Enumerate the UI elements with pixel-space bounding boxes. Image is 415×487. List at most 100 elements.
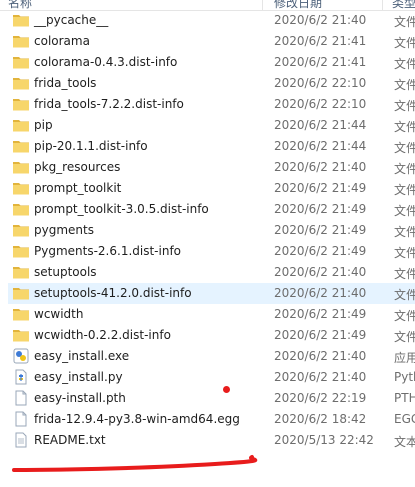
folder-icon [12, 264, 30, 280]
file-name: __pycache__ [34, 13, 109, 27]
file-name: wcwidth [34, 307, 84, 321]
folder-icon [12, 327, 30, 343]
file-modified-date: 2020/5/13 22:42 [274, 433, 374, 447]
file-row[interactable]: pip-20.1.1.dist-info 2020/6/2 21:44 文件 [8, 136, 415, 157]
file-row[interactable]: __pycache__ 2020/6/2 21:40 文件 [8, 10, 415, 31]
file-type: 文件 [394, 246, 415, 260]
file-modified-date: 2020/6/2 21:49 [274, 307, 367, 321]
file-row[interactable]: easy-install.pth 2020/6/2 22:19 PTH [8, 388, 415, 409]
file-type: 文件 [394, 204, 415, 218]
file-name: colorama-0.4.3.dist-info [34, 55, 178, 69]
file-row[interactable]: pkg_resources 2020/6/2 21:40 文件 [8, 157, 415, 178]
file-row[interactable]: colorama-0.4.3.dist-info 2020/6/2 21:41 文件 [8, 52, 415, 73]
file-name: pkg_resources [34, 160, 121, 174]
file-name: setuptools-41.2.0.dist-info [34, 286, 192, 300]
file-row[interactable]: easy_install.exe 2020/6/2 21:40 应用 [8, 346, 415, 367]
file-type: 文件 [394, 267, 415, 281]
folder-icon [12, 12, 30, 28]
folder-icon [12, 306, 30, 322]
file-row[interactable]: prompt_toolkit 2020/6/2 21:49 文件 [8, 178, 415, 199]
file-row[interactable]: pygments 2020/6/2 21:49 文件 [8, 220, 415, 241]
file-row[interactable]: wcwidth 2020/6/2 21:49 文件 [8, 304, 415, 325]
file-type: 文件 [394, 183, 415, 197]
file-modified-date: 2020/6/2 22:19 [274, 391, 367, 405]
folder-icon [12, 138, 30, 154]
file-row[interactable]: prompt_toolkit-3.0.5.dist-info 2020/6/2 2… [8, 199, 415, 220]
file-type: 文件 [394, 78, 415, 92]
folder-icon [12, 33, 30, 49]
file-type: 文件 [394, 330, 415, 344]
header-divider[interactable] [262, 0, 263, 10]
file-modified-date: 2020/6/2 18:42 [274, 412, 367, 426]
folder-icon [12, 54, 30, 70]
file-name: pip [34, 118, 53, 132]
file-modified-date: 2020/6/2 21:40 [274, 286, 367, 300]
file-icon [12, 411, 30, 427]
file-type: 文件 [394, 141, 415, 155]
file-type: Pyth [394, 370, 415, 384]
file-type: 文件 [394, 99, 415, 113]
folder-icon [12, 180, 30, 196]
file-row[interactable]: colorama 2020/6/2 21:41 文件 [8, 31, 415, 52]
python-file-icon [12, 369, 30, 385]
file-name: easy_install.py [34, 370, 123, 384]
file-modified-date: 2020/6/2 21:49 [274, 328, 367, 342]
file-name: frida_tools [34, 76, 97, 90]
file-modified-date: 2020/6/2 21:49 [274, 181, 367, 195]
file-modified-date: 2020/6/2 21:44 [274, 139, 367, 153]
file-modified-date: 2020/6/2 22:10 [274, 97, 367, 111]
text-file-icon [12, 432, 30, 448]
file-row[interactable]: pip 2020/6/2 21:44 文件 [8, 115, 415, 136]
file-modified-date: 2020/6/2 21:40 [274, 13, 367, 27]
file-type: PTH [394, 391, 415, 405]
file-row[interactable]: frida_tools-7.2.2.dist-info 2020/6/2 22:1… [8, 94, 415, 115]
file-type: 文件 [394, 36, 415, 50]
file-row[interactable]: setuptools-41.2.0.dist-info 2020/6/2 21:4… [8, 283, 415, 304]
file-name: easy_install.exe [34, 349, 130, 363]
folder-icon [12, 117, 30, 133]
file-row[interactable]: README.txt 2020/5/13 22:42 文本 [8, 430, 415, 451]
file-row[interactable]: frida-12.9.4-py3.8-win-amd64.egg 2020/6/2… [8, 409, 415, 430]
file-modified-date: 2020/6/2 22:10 [274, 76, 367, 90]
file-row[interactable]: wcwidth-0.2.2.dist-info 2020/6/2 21:49 文件 [8, 325, 415, 346]
file-type: 文本 [394, 435, 415, 449]
file-name: wcwidth-0.2.2.dist-info [34, 328, 171, 342]
file-name: prompt_toolkit [34, 181, 122, 195]
file-modified-date: 2020/6/2 21:40 [274, 349, 367, 363]
file-modified-date: 2020/6/2 21:49 [274, 223, 367, 237]
file-name: pygments [34, 223, 94, 237]
file-modified-date: 2020/6/2 21:40 [274, 370, 367, 384]
file-modified-date: 2020/6/2 21:40 [274, 265, 367, 279]
header-divider[interactable] [382, 0, 383, 10]
folder-icon [12, 201, 30, 217]
file-row[interactable]: frida_tools 2020/6/2 22:10 文件 [8, 73, 415, 94]
file-name: easy-install.pth [34, 391, 126, 405]
file-name: prompt_toolkit-3.0.5.dist-info [34, 202, 209, 216]
folder-icon [12, 285, 30, 301]
file-type: 文件 [394, 309, 415, 323]
file-name: setuptools [34, 265, 97, 279]
file-modified-date: 2020/6/2 21:41 [274, 55, 367, 69]
file-name: frida_tools-7.2.2.dist-info [34, 97, 184, 111]
file-name: colorama [34, 34, 90, 48]
file-modified-date: 2020/6/2 21:49 [274, 202, 367, 216]
file-icon [12, 390, 30, 406]
file-modified-date: 2020/6/2 21:44 [274, 118, 367, 132]
file-type: 文件 [394, 57, 415, 71]
file-name: pip-20.1.1.dist-info [34, 139, 148, 153]
file-type: 文件 [394, 15, 415, 29]
folder-icon [12, 96, 30, 112]
file-type: 文件 [394, 120, 415, 134]
file-modified-date: 2020/6/2 21:40 [274, 160, 367, 174]
file-name: Pygments-2.6.1.dist-info [34, 244, 182, 258]
file-row[interactable]: setuptools 2020/6/2 21:40 文件 [8, 262, 415, 283]
file-type: 文件 [394, 225, 415, 239]
folder-icon [12, 75, 30, 91]
file-type: 文件 [394, 162, 415, 176]
file-name: README.txt [34, 433, 106, 447]
folder-icon [12, 159, 30, 175]
file-row[interactable]: easy_install.py 2020/6/2 21:40 Pyth [8, 367, 415, 388]
file-type: 应用 [394, 351, 415, 365]
exe-icon [12, 348, 30, 364]
file-row[interactable]: Pygments-2.6.1.dist-info 2020/6/2 21:49 文件 [8, 241, 415, 262]
